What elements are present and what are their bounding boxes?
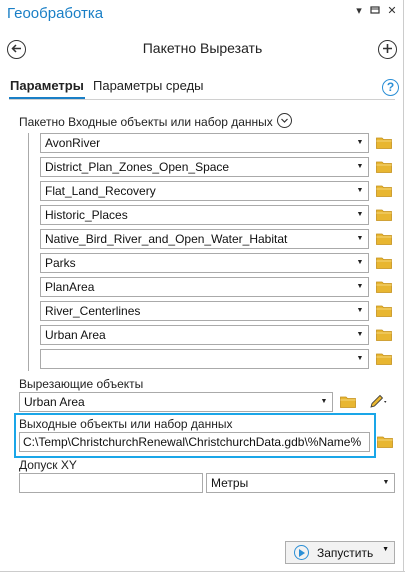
pane-options-icon[interactable]: ▾	[352, 4, 366, 18]
batch-input-label: Пакетно Входные объекты или набор данных	[19, 115, 273, 129]
batch-input-row[interactable]: PlanArea ▼	[40, 277, 369, 297]
batch-input-value: PlanArea	[45, 280, 95, 294]
xy-tolerance-label: Допуск XY	[19, 458, 77, 472]
expand-icon[interactable]	[277, 113, 292, 128]
tool-title: Пакетно Вырезать	[142, 40, 263, 56]
tab-environments[interactable]: Параметры среды	[93, 78, 204, 93]
play-icon	[294, 545, 309, 560]
pane-border	[403, 0, 404, 572]
chevron-down-icon: ▼	[382, 479, 390, 486]
folder-icon[interactable]	[377, 435, 393, 451]
batch-input-row[interactable]: Urban Area ▼	[40, 325, 369, 345]
xy-units-combo[interactable]: Метры ▼	[206, 473, 395, 493]
batch-input-row[interactable]: District_Plan_Zones_Open_Space ▼	[40, 157, 369, 177]
batch-input-value: River_Centerlines	[45, 304, 141, 318]
close-icon[interactable]: ✕	[385, 4, 399, 18]
run-button-label: Запустить	[317, 546, 374, 560]
plus-icon	[383, 44, 392, 53]
batch-input-value: AvonRiver	[45, 136, 101, 150]
chevron-down-icon: ▼	[356, 331, 364, 338]
batch-input-row[interactable]: River_Centerlines ▼	[40, 301, 369, 321]
xy-tolerance-input[interactable]	[19, 473, 203, 493]
folder-icon[interactable]	[376, 280, 392, 296]
folder-icon[interactable]	[376, 184, 392, 200]
batch-input-row[interactable]: Historic_Places ▼	[40, 205, 369, 225]
output-label: Выходные объекты или набор данных	[19, 417, 233, 431]
chevron-down-icon: ▼	[356, 163, 364, 170]
help-icon[interactable]: ?	[382, 79, 399, 96]
folder-icon[interactable]	[376, 352, 392, 368]
folder-icon[interactable]	[376, 160, 392, 176]
batch-input-value: Historic_Places	[45, 208, 128, 222]
chevron-down-icon: ▼	[356, 235, 364, 242]
batch-input-value: District_Plan_Zones_Open_Space	[45, 160, 230, 174]
add-button[interactable]	[378, 40, 397, 59]
batch-input-value: Parks	[45, 256, 76, 270]
clip-features-label: Вырезающие объекты	[19, 377, 144, 391]
chevron-down-icon[interactable]: ▼	[382, 546, 389, 553]
folder-icon[interactable]	[376, 304, 392, 320]
chevron-down-icon: ▼	[356, 259, 364, 266]
batch-input-value: Native_Bird_River_and_Open_Water_Habitat	[45, 232, 288, 246]
batch-input-row[interactable]: Native_Bird_River_and_Open_Water_Habitat…	[40, 229, 369, 249]
batch-input-row[interactable]: Parks ▼	[40, 253, 369, 273]
clip-features-value: Urban Area	[24, 395, 85, 409]
chevron-down-icon: ▼	[356, 307, 364, 314]
folder-icon[interactable]	[376, 256, 392, 272]
autohide-icon[interactable]	[368, 4, 382, 18]
batch-input-row[interactable]: Flat_Land_Recovery ▼	[40, 181, 369, 201]
chevron-down-icon: ▼	[356, 211, 364, 218]
pencil-icon[interactable]	[369, 393, 389, 412]
batch-input-value: Urban Area	[45, 328, 106, 342]
chevron-down-icon: ▼	[356, 187, 364, 194]
clip-features-combo[interactable]: Urban Area ▼	[19, 392, 333, 412]
batch-input-row[interactable]: AvonRiver ▼	[40, 133, 369, 153]
folder-icon[interactable]	[340, 395, 356, 411]
pane-title: Геообработка	[7, 5, 104, 22]
active-tab-indicator	[9, 97, 85, 99]
run-button[interactable]: Запустить ▼	[285, 541, 395, 564]
chevron-down-icon: ▼	[356, 139, 364, 146]
folder-icon[interactable]	[376, 136, 392, 152]
chevron-down-icon: ▼	[356, 355, 364, 362]
folder-icon[interactable]	[376, 328, 392, 344]
batch-input-row[interactable]: ▼	[40, 349, 369, 369]
folder-icon[interactable]	[376, 208, 392, 224]
tab-divider	[9, 99, 395, 100]
tab-parameters[interactable]: Параметры	[10, 78, 84, 93]
output-field[interactable]: C:\Temp\ChristchurchRenewal\Christchurch…	[19, 432, 370, 452]
batch-indent-line	[28, 133, 29, 371]
xy-units-value: Метры	[211, 476, 249, 490]
chevron-down-icon: ▼	[320, 398, 328, 405]
chevron-down-icon: ▼	[356, 283, 364, 290]
folder-icon[interactable]	[376, 232, 392, 248]
batch-input-value: Flat_Land_Recovery	[45, 184, 156, 198]
